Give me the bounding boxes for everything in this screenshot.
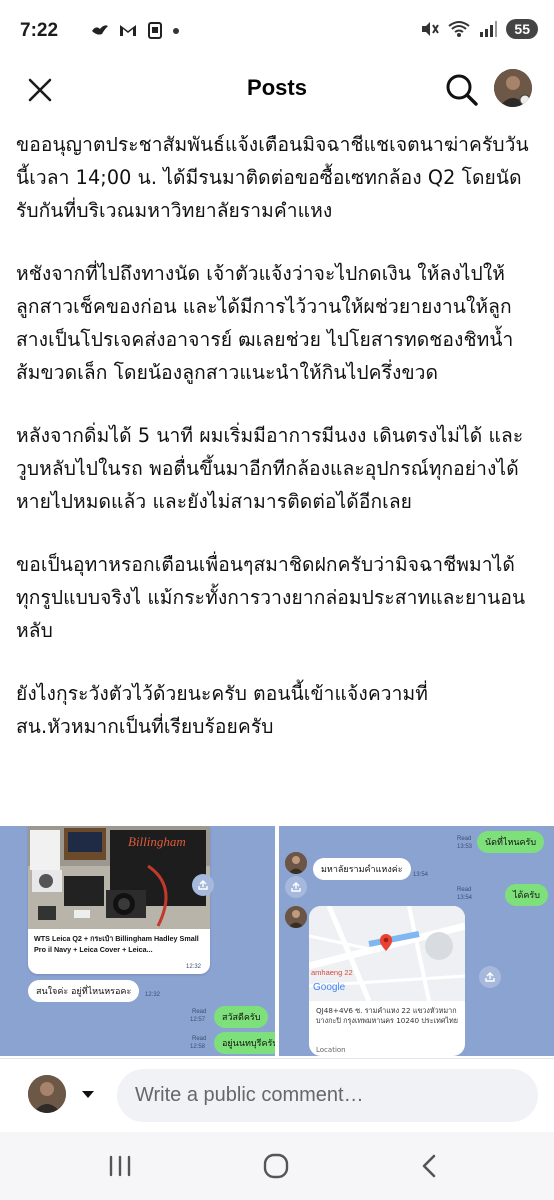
map-location-label: Location [316,1046,346,1054]
listing-card: Billingham WTS Leica Q2 + กระเป๋า Billin… [28,826,210,974]
map-address: QJ48+4V6 ซ. รามคำแหง 22 แขวงหัวหมาก บางก… [316,1006,458,1025]
msg2-time: 12:58 [190,1044,206,1050]
search-button[interactable] [440,68,484,112]
comment-bar: Write a public comment… [0,1058,554,1132]
commenter-avatar[interactable] [28,1075,66,1113]
map-pin-icon [379,934,393,951]
post-paragraph: หชังจากที่ไปถึงทางนัด เจ้าตัวแจ้งว่าจะไป… [16,262,514,384]
chat-bubble-sent: นัดที่ไหนครับ [477,831,545,853]
billingham-logo-text: Billingham [128,834,186,849]
gmail-icon [120,25,136,36]
listing-photo: Billingham [28,826,210,929]
reply-time: 12:32 [145,992,161,998]
system-status-icons: 55 [419,19,538,39]
chat-bubble-sent: สวัสดีครับ [214,1006,269,1028]
chat-bubble-received: สนใจค่ะ อยู่ที่ไหนหรอคะ [28,980,140,1002]
top-time: 13:53 [457,844,473,850]
post-paragraph: ยังไงกุระวังตัวไว้ด้วยนะครับ ตอนนี้เข้าแ… [16,682,429,738]
read-label: Read [192,1009,207,1015]
sender-avatar [285,852,307,874]
recent-apps-button[interactable] [96,1148,144,1184]
listing-time: 12:32 [186,964,202,970]
map-preview: amhaeng 22 Google [309,906,465,1001]
avatar-image [28,1075,66,1113]
caret-down-icon [82,1091,94,1098]
status-time: 7:22 [20,20,59,41]
notification-icons [90,21,180,39]
wifi-icon [448,21,471,37]
clipboard-icon [148,22,162,39]
share-button[interactable] [479,966,501,988]
back-icon [422,1154,436,1178]
share-button[interactable] [285,876,307,898]
more-dot-icon [173,28,179,34]
status-bar: 7:22 55 [0,0,554,62]
msg1-time: 12:57 [190,1017,206,1023]
signal-icon [480,21,498,37]
read-label: Read [192,1036,207,1042]
google-logo: Google [313,982,346,993]
back-button[interactable] [406,1148,454,1184]
bird-notification-icon [92,25,108,35]
chat-bubble-received: มหาลัยรามคำแหงค่ะ [313,858,411,880]
system-nav-bar [0,1132,554,1200]
post-paragraph: ขออนุญาตประชาสัมพันธ์แจ้งเตือนมิจฉาชีแชเ… [16,133,529,222]
map-card[interactable]: amhaeng 22 Google QJ48+4V6 ซ. รามคำแหง 2… [309,906,465,1056]
chat-screenshot-image[interactable]: Read 13:53 นัดที่ไหนครับ มหาลัยรามคำแหงค… [279,826,554,1056]
home-button[interactable] [252,1148,300,1184]
sender-avatar [285,906,307,928]
profile-avatar[interactable] [494,69,532,107]
chat-screenshot-image[interactable]: Billingham WTS Leica Q2 + กระเป๋า Billin… [0,826,275,1056]
recent-apps-icon [109,1155,131,1177]
post-text: ขออนุญาตประชาสัมพันธ์แจ้งเตือนมิจฉาชีแชเ… [0,128,554,773]
chat-bubble-sent: ได้ครับ [505,884,548,906]
avatar-image [494,69,532,107]
comment-input[interactable]: Write a public comment… [117,1069,538,1122]
battery-indicator: 55 [506,19,538,39]
app-header: Posts [0,62,554,126]
share-icon [291,882,301,892]
listing-caption: WTS Leica Q2 + กระเป๋า Billingham Hadley… [34,934,199,954]
mute-icon [422,22,440,36]
ok-time: 13:54 [457,895,473,901]
share-button[interactable] [192,874,214,896]
read-label: Read [457,836,472,842]
read-label: Read [457,887,472,893]
search-icon [446,74,478,106]
chat-bubble-sent: อยู่นนทบุรีครับ [214,1032,275,1054]
map-road-label: amhaeng 22 [311,968,353,977]
share-icon [198,880,208,890]
place-time: 13:54 [413,872,429,878]
post-paragraph: ขอเป็นอุทาหรอกเตือนเพื่อนๆสมาชิดฝกครับว่… [16,553,526,642]
post-paragraph: หลังจากดิ่มได้ 5 นาที ผมเริ่มมีอาการมีนง… [16,424,524,513]
identity-switch-button[interactable] [80,1085,96,1104]
post-images: Billingham WTS Leica Q2 + กระเป๋า Billin… [0,826,554,1056]
home-icon [263,1153,289,1179]
share-icon [485,972,495,982]
